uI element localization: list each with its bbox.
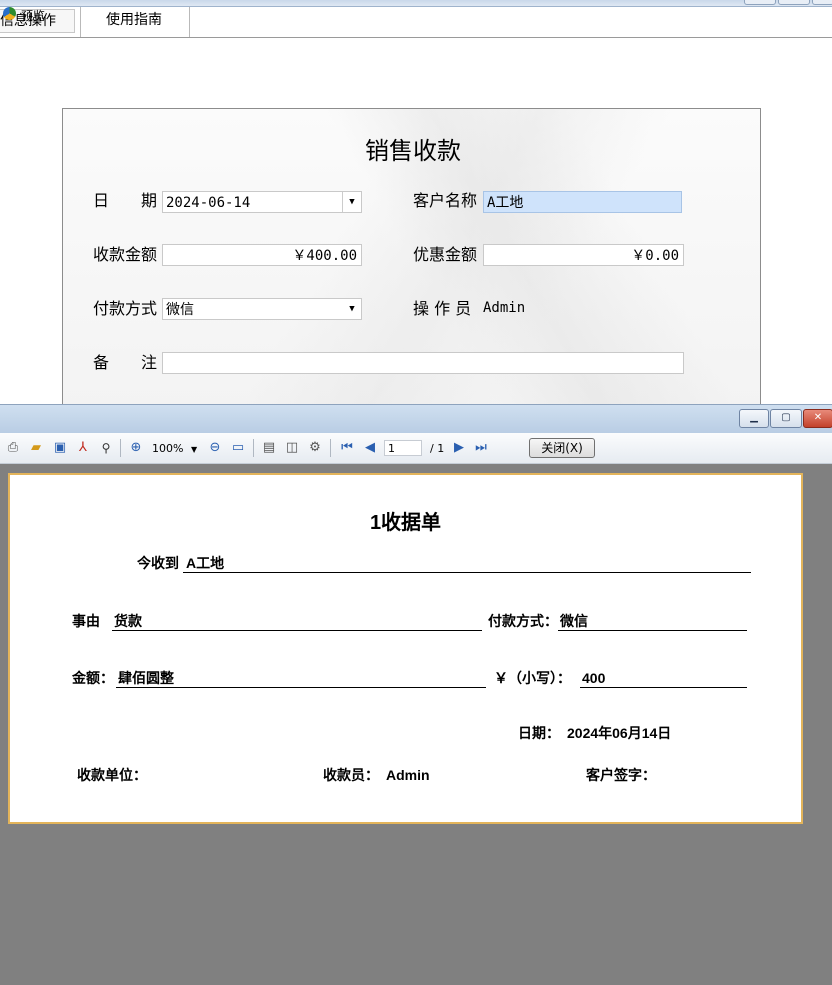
main-minimize-button[interactable] [744,0,776,5]
main-maximize-button[interactable] [778,0,810,5]
tab-user-guide[interactable]: 使用指南 [106,9,162,31]
date-value: 2024年06月14日 [567,725,672,741]
tab-label: 使用指南 [106,12,162,28]
cashier-label: 收款员： [323,767,379,783]
close-window-button[interactable]: ✕ [803,409,832,428]
sales-receipt-form: 销售收款 日 期 2024-06-14 ▼ 客户名称 A工地 收款金额 ￥400… [62,108,761,409]
reason-label: 事由 [72,613,100,629]
underline [580,687,747,688]
customer-label: 客户名称 [413,191,478,210]
maximize-button[interactable]: ▢ [770,409,802,428]
date-value: 2024-06-14 [166,195,251,211]
prev-page-icon[interactable]: ◀ [362,440,378,456]
save-icon[interactable]: ▣ [52,440,68,456]
customer-signature-label: 客户签字： [586,767,656,783]
tab-divider [80,7,81,37]
page-total: / 1 [430,442,445,455]
zoom-in-icon[interactable]: ⊕ [128,440,144,456]
underline [116,687,486,688]
chevron-down-icon[interactable]: ▼ [343,299,361,319]
payment-label: 付款方式： [488,613,558,629]
receipt-title: 1收据单 [369,512,442,534]
fit-page-icon[interactable]: ▭ [230,440,246,456]
minimize-icon: ▁ [750,412,758,423]
single-page-icon[interactable]: ▤ [261,440,277,456]
settings-icon[interactable]: ⚙ [307,440,323,456]
received-from-value: A工地 [186,555,225,571]
main-close-button[interactable] [812,0,832,5]
receipt-page: 1收据单 今收到 A工地 事由 货款 付款方式： 微信 金额： 肆佰圆整 ￥（小… [8,473,803,824]
amount-words: 肆佰圆整 [118,670,174,686]
page-number-input[interactable]: 1 [384,440,422,456]
preview-titlebar [0,404,832,433]
last-page-icon[interactable]: ⏭ [473,440,489,456]
maximize-icon: ▢ [781,412,791,423]
open-icon[interactable]: ▰ [28,440,44,456]
operator-value: Admin [483,300,526,316]
zoom-value: 100% [152,442,184,455]
received-from-label: 今收到 [137,555,179,571]
discount-field[interactable]: ￥0.00 [483,244,684,266]
payee-unit-label: 收款单位： [77,767,147,783]
cashier-value: Admin [386,767,430,783]
toolbar-separator [330,439,331,457]
reason-value: 货款 [114,613,142,629]
note-field[interactable] [162,352,684,374]
zoom-select[interactable]: 100% ▼ [152,441,200,457]
date-label: 日 期 [93,191,158,210]
two-page-icon[interactable]: ◫ [284,440,300,456]
payment-method-value: 微信 [166,302,194,318]
underline [183,572,751,573]
preview-title: 预览 [21,9,46,23]
find-icon[interactable]: ⚲ [98,440,114,456]
amount-label: 收款金额 [93,245,158,264]
pdf-icon[interactable]: ⅄ [75,440,91,456]
payment-method-select[interactable]: 微信 ▼ [162,298,362,320]
date-field[interactable]: 2024-06-14 ▼ [162,191,362,213]
close-preview-button[interactable]: 关闭(X) [529,438,595,458]
underline [112,630,482,631]
print-icon[interactable]: ⎙ [5,440,21,456]
operator-label: 操 作 员 [413,299,472,318]
first-page-icon[interactable]: ⏮ [339,440,355,456]
payment-method-label: 付款方式 [93,299,158,318]
app-icon [3,7,16,20]
preview-toolbar: ⎙ ▰ ▣ ⅄ ⚲ ⊕ 100% ▼ ⊖ ▭ ▤ ◫ ⚙ ⏮ ◀ 1 / 1 ▶… [0,433,832,464]
discount-label: 优惠金额 [413,245,478,264]
amount-label: 金额： [72,670,114,686]
amount-small-label: ￥（小写）： [494,670,571,686]
underline [558,630,747,631]
minimize-button[interactable]: ▁ [739,409,769,428]
main-window-titlebar [0,0,832,7]
customer-field[interactable]: A工地 [483,191,682,213]
toolbar-separator [253,439,254,457]
tab-divider [189,7,190,37]
note-label: 备 注 [93,353,158,372]
close-icon: ✕ [813,412,823,423]
toolbar-separator [120,439,121,457]
amount-field[interactable]: ￥400.00 [162,244,362,266]
main-tab-bar: 信息操作 使用指南 [0,7,832,38]
payment-value: 微信 [560,613,588,629]
chevron-down-icon: ▼ [190,445,198,454]
next-page-icon[interactable]: ▶ [451,440,467,456]
date-label: 日期： [518,725,560,741]
amount-small-value: 400 [582,670,606,686]
zoom-out-icon[interactable]: ⊖ [207,440,223,456]
chevron-down-icon[interactable]: ▼ [342,192,361,212]
form-title: 销售收款 [365,137,461,165]
